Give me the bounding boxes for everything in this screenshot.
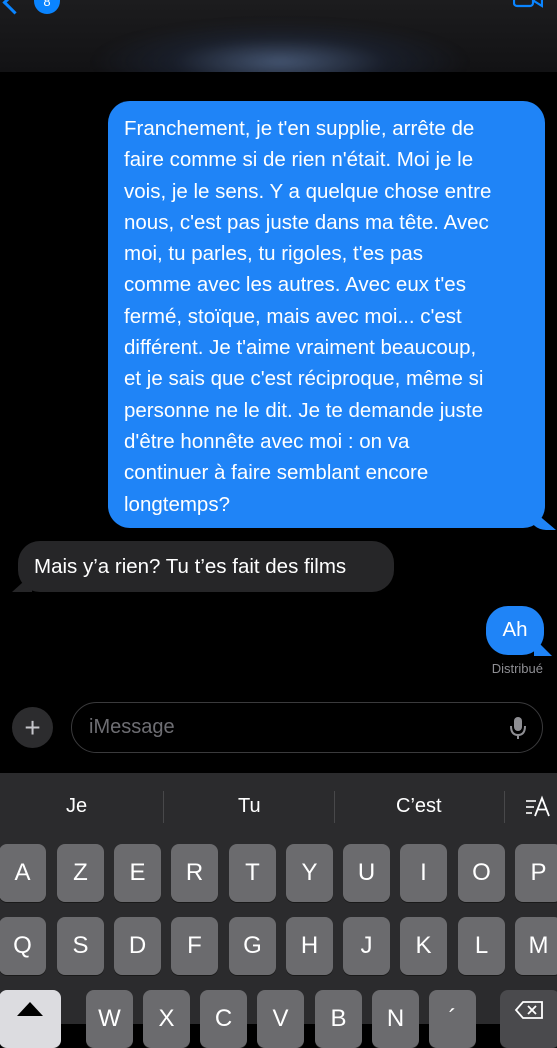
- video-call-icon[interactable]: [513, 0, 543, 8]
- message-line: nous, c'est pas juste dans ma tête. Avec: [124, 210, 489, 234]
- prediction-tu[interactable]: Tu: [238, 773, 261, 839]
- shift-icon: [17, 1002, 43, 1016]
- key-accent[interactable]: ´: [429, 990, 476, 1048]
- sent-message-bubble[interactable]: Franchement, je t'en supplie, arrête de …: [108, 101, 545, 528]
- message-line: et je sais que c'est réciproque, même si: [124, 367, 484, 391]
- prediction-divider: [163, 791, 164, 823]
- message-line: faire comme si de rien n'était. Moi je l…: [124, 148, 474, 172]
- key-y[interactable]: Y: [286, 844, 333, 902]
- back-unread-badge[interactable]: 8: [34, 0, 60, 14]
- imessage-input[interactable]: iMessage: [71, 702, 543, 753]
- key-k[interactable]: K: [400, 917, 447, 975]
- text-format-icon[interactable]: [524, 795, 554, 819]
- received-message-bubble[interactable]: Mais y’a rien? Tu t’es fait des films: [18, 541, 394, 592]
- key-p[interactable]: P: [515, 844, 557, 902]
- message-line: Franchement, je t'en supplie, arrête de: [124, 117, 475, 140]
- key-z[interactable]: Z: [57, 844, 104, 902]
- key-r[interactable]: R: [171, 844, 218, 902]
- prediction-divider: [334, 791, 335, 823]
- microphone-icon[interactable]: [510, 716, 526, 740]
- message-line: fermé, stoïque, mais avec moi... c'est: [124, 304, 462, 328]
- key-f[interactable]: F: [171, 917, 218, 975]
- key-c[interactable]: C: [200, 990, 247, 1048]
- key-o[interactable]: O: [458, 844, 505, 902]
- key-q[interactable]: Q: [0, 917, 46, 975]
- sent-message-bubble[interactable]: Ah: [486, 606, 544, 655]
- input-placeholder: iMessage: [89, 716, 175, 738]
- key-u[interactable]: U: [343, 844, 390, 902]
- key-b[interactable]: B: [315, 990, 362, 1048]
- key-i[interactable]: I: [400, 844, 447, 902]
- prediction-je[interactable]: Je: [66, 773, 87, 839]
- key-m[interactable]: M: [515, 917, 557, 975]
- contact-avatar-blurred[interactable]: [90, 20, 470, 72]
- apps-plus-button[interactable]: +: [12, 707, 53, 748]
- message-line: longtemps?: [124, 492, 230, 516]
- message-line: moi, tu parles, tu rigoles, t'es pas: [124, 242, 424, 266]
- message-line: vois, je le sens. Y a quelque chose entr…: [124, 179, 492, 203]
- delete-icon: [514, 1001, 543, 1019]
- conversation-header: 8: [0, 0, 557, 72]
- key-v[interactable]: V: [257, 990, 304, 1048]
- delivery-status: Distribué: [491, 661, 543, 676]
- key-a[interactable]: A: [0, 844, 46, 902]
- key-g[interactable]: G: [229, 917, 276, 975]
- key-s[interactable]: S: [57, 917, 104, 975]
- delete-key[interactable]: [500, 990, 557, 1048]
- key-h[interactable]: H: [286, 917, 333, 975]
- keyboard: Je Tu C’est A Z E R T Y U I O P Q S D F …: [0, 773, 557, 1048]
- message-line: comme avec les autres. Avec eux t'es: [124, 273, 466, 297]
- key-e[interactable]: E: [114, 844, 161, 902]
- prediction-divider: [504, 791, 505, 823]
- key-w[interactable]: W: [86, 990, 133, 1048]
- key-l[interactable]: L: [458, 917, 505, 975]
- message-line: personne ne le dit. Je te demande juste: [124, 398, 483, 422]
- message-line: différent. Je t'aime vraiment beaucoup,: [124, 336, 477, 360]
- message-line: continuer à faire semblant encore: [124, 461, 429, 485]
- message-line: d'être honnête avec moi : on va: [124, 429, 410, 453]
- key-d[interactable]: D: [114, 917, 161, 975]
- key-j[interactable]: J: [343, 917, 390, 975]
- key-x[interactable]: X: [143, 990, 190, 1048]
- key-t[interactable]: T: [229, 844, 276, 902]
- prediction-cest[interactable]: C’est: [396, 773, 442, 839]
- back-chevron-icon[interactable]: [2, 0, 27, 15]
- key-n[interactable]: N: [372, 990, 419, 1048]
- shift-key[interactable]: [0, 990, 61, 1048]
